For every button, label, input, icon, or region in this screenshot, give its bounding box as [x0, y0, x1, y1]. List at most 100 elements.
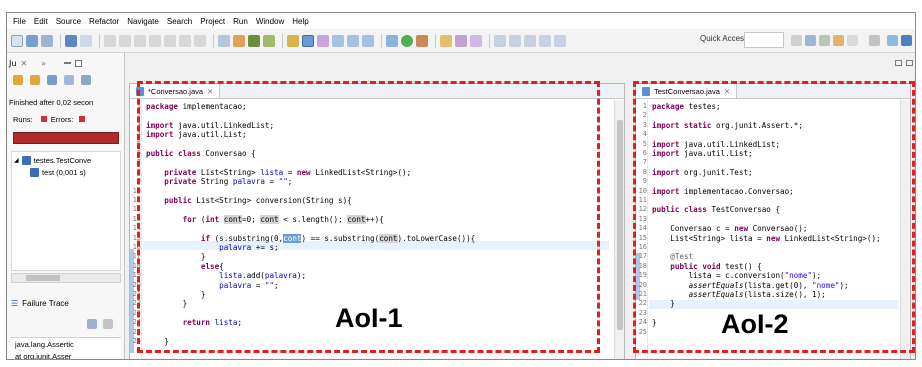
maximize-icon[interactable]: [906, 60, 913, 66]
junit-tab[interactable]: Ju ✕ »: [9, 56, 121, 70]
errors-label: Errors:: [50, 115, 74, 124]
coverage-icon[interactable]: [263, 34, 275, 47]
maximize-view-icon[interactable]: [75, 59, 83, 67]
test-method-icon: [30, 168, 39, 177]
block-selection-icon[interactable]: [362, 34, 374, 47]
step-into-icon[interactable]: [164, 34, 176, 47]
save-all-icon[interactable]: [41, 34, 53, 47]
horizontal-scrollbar[interactable]: [11, 273, 121, 283]
trace-line[interactable]: at org.junit.Asser: [15, 352, 71, 359]
toolbar-separator: [213, 33, 214, 48]
new-package-icon[interactable]: [455, 34, 467, 47]
menu-navigate[interactable]: Navigate: [127, 17, 159, 26]
rerun-icon[interactable]: [64, 75, 74, 85]
next-failure-icon[interactable]: [13, 75, 23, 85]
suspend-icon[interactable]: [119, 34, 131, 47]
menu-bar: File Edit Source Refactor Navigate Searc…: [7, 13, 915, 29]
menu-refactor[interactable]: Refactor: [89, 17, 119, 26]
open-task-icon[interactable]: [332, 34, 344, 47]
step-over-icon[interactable]: [179, 34, 191, 47]
new-java-project-icon[interactable]: [440, 34, 452, 47]
junit-test-tree: ◢ testes.TestConve test (0,001 s): [11, 151, 121, 271]
history-icon[interactable]: [81, 75, 91, 85]
toolbar-separator: [435, 33, 436, 48]
main-toolbar: Quick Access: [7, 29, 915, 53]
run-icon[interactable]: [401, 34, 413, 47]
tree-item-label: testes.TestConve: [33, 156, 92, 165]
perspective-icon[interactable]: [791, 35, 802, 46]
terminate-icon[interactable]: [134, 34, 146, 47]
failure-trace-label: Failure Trace: [22, 299, 69, 308]
run-last-tool-icon[interactable]: [416, 34, 428, 47]
trace-line[interactable]: java.lang.Assertic: [15, 340, 74, 349]
debug-perspective-icon[interactable]: [819, 35, 830, 46]
disconnect-icon[interactable]: [149, 34, 161, 47]
new-icon[interactable]: [11, 34, 23, 47]
minimize-view-icon[interactable]: [64, 62, 72, 64]
back-icon[interactable]: [539, 34, 551, 47]
view-controls: [895, 60, 913, 66]
team-perspective-icon[interactable]: [833, 35, 844, 46]
show-failures-only-icon[interactable]: [47, 75, 57, 85]
test-class-icon: [21, 156, 31, 165]
compare-icon[interactable]: [103, 319, 113, 329]
expand-arrow-icon[interactable]: ◢: [14, 157, 19, 164]
failure-trace-icon: ☰: [11, 299, 19, 308]
show-whitespace-icon[interactable]: [347, 34, 359, 47]
junit-counters: Runs: Errors:: [13, 115, 87, 124]
menu-edit[interactable]: Edit: [34, 17, 48, 26]
aoi-1-label: AoI-1: [335, 303, 403, 333]
step-return-icon[interactable]: [194, 34, 206, 47]
failure-trace-list: java.lang.Assertic at org.junit.Asser: [11, 337, 121, 359]
vertical-scrollbar[interactable]: [614, 100, 624, 359]
tree-item-test[interactable]: test (0,001 s): [30, 168, 86, 177]
menu-file[interactable]: File: [13, 17, 26, 26]
junit-view: Ju ✕ » Finished after 0,02 secon Runs: E…: [7, 53, 125, 359]
scrollbar-thumb[interactable]: [617, 120, 623, 330]
last-edit-location-icon[interactable]: [524, 34, 536, 47]
runs-label: Runs:: [13, 115, 33, 124]
cursor-icon[interactable]: [80, 34, 92, 47]
filter-stack-icon[interactable]: [87, 319, 97, 329]
toolbar-separator: [489, 33, 490, 48]
menu-project[interactable]: Project: [200, 17, 225, 26]
java-ee-perspective-icon[interactable]: [805, 35, 816, 46]
print-icon[interactable]: [65, 34, 77, 47]
java-perspective-icon[interactable]: [887, 35, 898, 46]
menu-window[interactable]: Window: [256, 17, 284, 26]
menu-help[interactable]: Help: [292, 17, 308, 26]
quick-access-input[interactable]: [744, 32, 784, 48]
close-icon[interactable]: ✕: [20, 59, 27, 68]
tree-item-label: test (0,001 s): [42, 168, 86, 177]
minimize-icon[interactable]: [895, 60, 902, 66]
menu-search[interactable]: Search: [167, 17, 192, 26]
save-icon[interactable]: [26, 34, 38, 47]
menu-source[interactable]: Source: [56, 17, 81, 26]
git-perspective-icon[interactable]: [847, 35, 858, 46]
overflow-icon[interactable]: »: [41, 59, 46, 68]
menu-run[interactable]: Run: [233, 17, 248, 26]
junit-perspective-icon[interactable]: [901, 35, 912, 46]
quick-access-label: Quick Access: [700, 34, 749, 43]
open-console-icon[interactable]: [218, 34, 230, 47]
junit-tab-label: Ju: [9, 58, 17, 68]
external-tools-icon[interactable]: [248, 34, 260, 47]
previous-annotation-icon[interactable]: [509, 34, 521, 47]
search-icon[interactable]: [317, 34, 329, 47]
aoi-2-label: AoI-2: [721, 309, 789, 339]
toolbar-separator: [99, 33, 100, 48]
tree-item-class[interactable]: ◢ testes.TestConve: [14, 156, 91, 165]
resume-icon[interactable]: [104, 34, 116, 47]
next-annotation-icon[interactable]: [494, 34, 506, 47]
build-icon[interactable]: [233, 34, 245, 47]
forward-icon[interactable]: [554, 34, 566, 47]
toggle-mark-occurrences-icon[interactable]: [302, 34, 314, 47]
new-class-icon[interactable]: [470, 34, 482, 47]
open-type-icon[interactable]: [287, 34, 299, 47]
open-perspective-icon[interactable]: [869, 35, 880, 46]
previous-failure-icon[interactable]: [30, 75, 40, 85]
scrollbar-thumb[interactable]: [26, 275, 60, 281]
toolbar-separator: [381, 33, 382, 48]
junit-toolbar: [13, 75, 94, 85]
debug-icon[interactable]: [386, 34, 398, 47]
